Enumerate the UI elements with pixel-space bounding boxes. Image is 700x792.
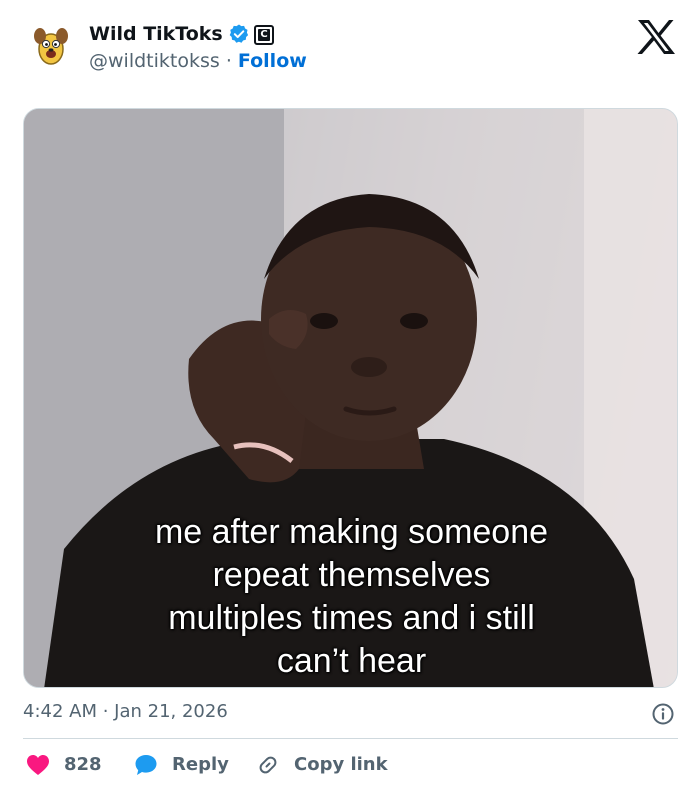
x-logo-icon[interactable] [636, 19, 676, 55]
verified-badge-icon [229, 24, 249, 43]
media-caption: me after making someone repeat themselve… [24, 511, 677, 683]
caption-line: can’t hear [276, 642, 427, 680]
link-icon [259, 756, 277, 774]
reply-label: Reply [172, 754, 229, 775]
speech-bubble-icon [135, 755, 157, 775]
heart-icon [27, 755, 49, 775]
like-count: 828 [64, 754, 102, 775]
caption-line: repeat themselves [212, 556, 491, 594]
follow-button[interactable]: Follow [238, 50, 307, 72]
caption-line: me after making someone [154, 513, 549, 551]
tweet-timestamp[interactable]: 4:42 AM · Jan 21, 2026 [23, 700, 228, 724]
affiliate-badge: C [254, 25, 274, 45]
handle-line: @wildtiktokss · Follow [89, 49, 307, 73]
tweet-header: Wild TikToks C @wildtiktokss · Follow [0, 0, 700, 100]
copy-link-label: Copy link [294, 754, 388, 775]
like-button[interactable]: 828 [26, 753, 102, 777]
tweet-embed-card: Wild TikToks C @wildtiktokss · Follow me… [0, 0, 700, 792]
avatar[interactable] [31, 22, 71, 68]
author-handle[interactable]: @wildtiktokss [89, 50, 220, 72]
footer-divider [23, 738, 678, 739]
reply-button[interactable]: Reply [134, 753, 229, 777]
author-name[interactable]: Wild TikToks [89, 22, 223, 46]
handle-separator: · [225, 50, 232, 72]
info-icon[interactable] [651, 702, 675, 726]
tweet-media[interactable]: me after making someone repeat themselve… [23, 108, 678, 688]
affiliate-badge-letter: C [258, 29, 270, 41]
copy-link-button[interactable]: Copy link [256, 753, 388, 777]
tweet-actions: 828 Reply Copy link [0, 745, 700, 785]
caption-line: multiples times and i still [168, 599, 535, 637]
